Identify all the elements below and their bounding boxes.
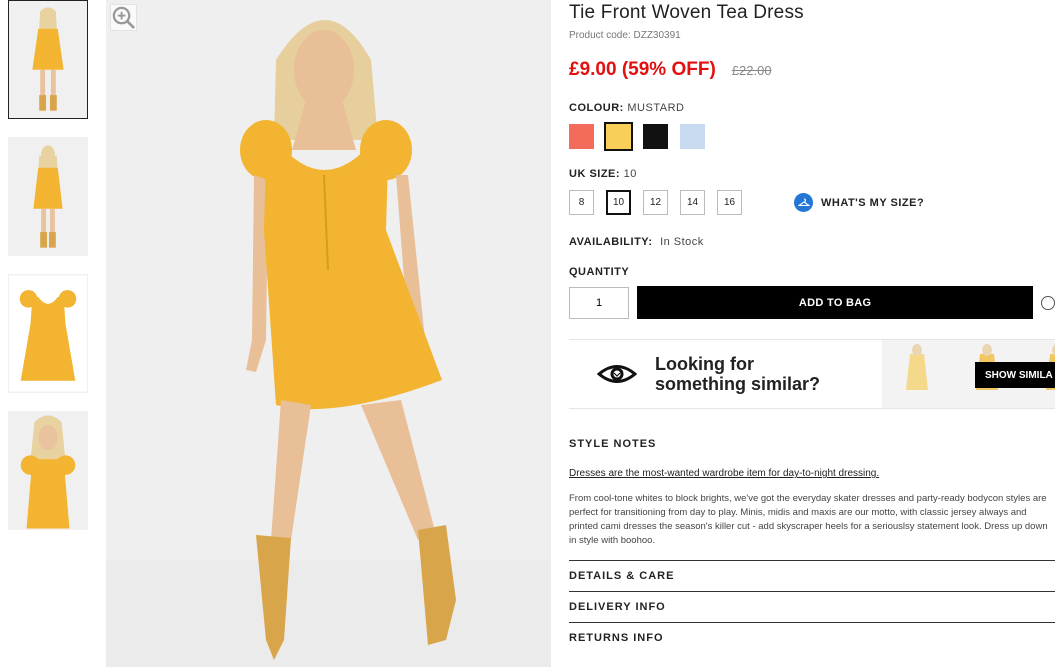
thumbnail-flat[interactable] <box>8 274 88 393</box>
product-code: Product code: DZZ30391 <box>569 30 1055 41</box>
hanger-icon <box>794 193 813 212</box>
wishlist-icon[interactable] <box>1041 296 1055 310</box>
thumbnail-closeup-image <box>9 412 87 529</box>
availability-value: In Stock <box>660 236 704 248</box>
style-notes-heading[interactable]: STYLE NOTES <box>569 429 1055 459</box>
delivery-info-heading[interactable]: DELIVERY INFO <box>569 592 1055 622</box>
colour-label-text: COLOUR: <box>569 102 624 114</box>
quantity-label: QUANTITY <box>569 266 1055 278</box>
size-options: 8 10 12 14 16 WHAT'S MY SIZE? <box>569 190 1055 215</box>
zoom-button[interactable] <box>110 4 137 31</box>
thumbnail-front[interactable] <box>8 0 88 119</box>
size-option-10[interactable]: 10 <box>606 190 631 215</box>
quantity-input[interactable] <box>569 287 629 319</box>
thumbnail-flat-image <box>9 275 87 392</box>
zoom-icon <box>111 5 136 30</box>
size-selected: 10 <box>624 168 637 180</box>
size-guide-label: WHAT'S MY SIZE? <box>821 197 924 209</box>
product-title: Tie Front Woven Tea Dress <box>569 2 1055 24</box>
returns-info-section: RETURNS INFO <box>569 622 1055 653</box>
colour-selected: MUSTARD <box>627 102 684 114</box>
swatch-black[interactable] <box>643 124 668 149</box>
style-notes-lead: Dresses are the most-wanted wardrobe ite… <box>569 468 1055 479</box>
sale-price: £9.00 (59% OFF) <box>569 59 716 81</box>
similar-heading: Looking for something similar? <box>655 354 820 394</box>
delivery-info-section: DELIVERY INFO <box>569 591 1055 622</box>
thumbnail-front-image <box>9 1 87 118</box>
returns-info-heading[interactable]: RETURNS INFO <box>569 623 1055 653</box>
swatch-mustard[interactable] <box>606 124 631 149</box>
size-guide-link[interactable]: WHAT'S MY SIZE? <box>794 193 924 212</box>
similar-banner: Looking for something similar? SHOW SIMI… <box>569 339 1055 409</box>
style-notes-section: STYLE NOTES <box>569 429 1055 459</box>
model-photo <box>106 0 551 667</box>
colour-label: COLOUR: MUSTARD <box>569 102 1055 114</box>
thumbnail-closeup[interactable] <box>8 411 88 530</box>
style-notes-body: From cool-tone whites to block brights, … <box>569 492 1055 548</box>
price-row: £9.00 (59% OFF) £22.00 <box>569 59 1055 81</box>
size-option-16[interactable]: 16 <box>717 190 742 215</box>
size-label-text: UK SIZE: <box>569 168 620 180</box>
swatch-coral[interactable] <box>569 124 594 149</box>
size-option-12[interactable]: 12 <box>643 190 668 215</box>
similar-thumb <box>882 340 952 409</box>
availability: AVAILABILITY: In Stock <box>569 236 1055 248</box>
similar-line-1: Looking for <box>655 354 820 374</box>
product-info: Tie Front Woven Tea Dress Product code: … <box>569 0 1055 653</box>
size-label: UK SIZE: 10 <box>569 168 1055 180</box>
size-option-14[interactable]: 14 <box>680 190 705 215</box>
main-product-image[interactable] <box>106 0 551 667</box>
size-option-8[interactable]: 8 <box>569 190 594 215</box>
thumbnail-list <box>8 0 90 548</box>
cart-row: ADD TO BAG <box>569 286 1055 319</box>
details-care-section: DETAILS & CARE <box>569 560 1055 591</box>
add-to-bag-button[interactable]: ADD TO BAG <box>637 286 1033 319</box>
similar-line-2: something similar? <box>655 374 820 394</box>
thumbnail-back[interactable] <box>8 137 88 256</box>
colour-swatches <box>569 124 1055 149</box>
swatch-light-blue[interactable] <box>680 124 705 149</box>
thumbnail-back-image <box>9 138 87 255</box>
original-price: £22.00 <box>732 63 772 78</box>
eye-icon <box>597 363 637 385</box>
show-similar-button[interactable]: SHOW SIMILA <box>975 362 1055 388</box>
availability-label: AVAILABILITY: <box>569 236 653 248</box>
details-care-heading[interactable]: DETAILS & CARE <box>569 561 1055 591</box>
